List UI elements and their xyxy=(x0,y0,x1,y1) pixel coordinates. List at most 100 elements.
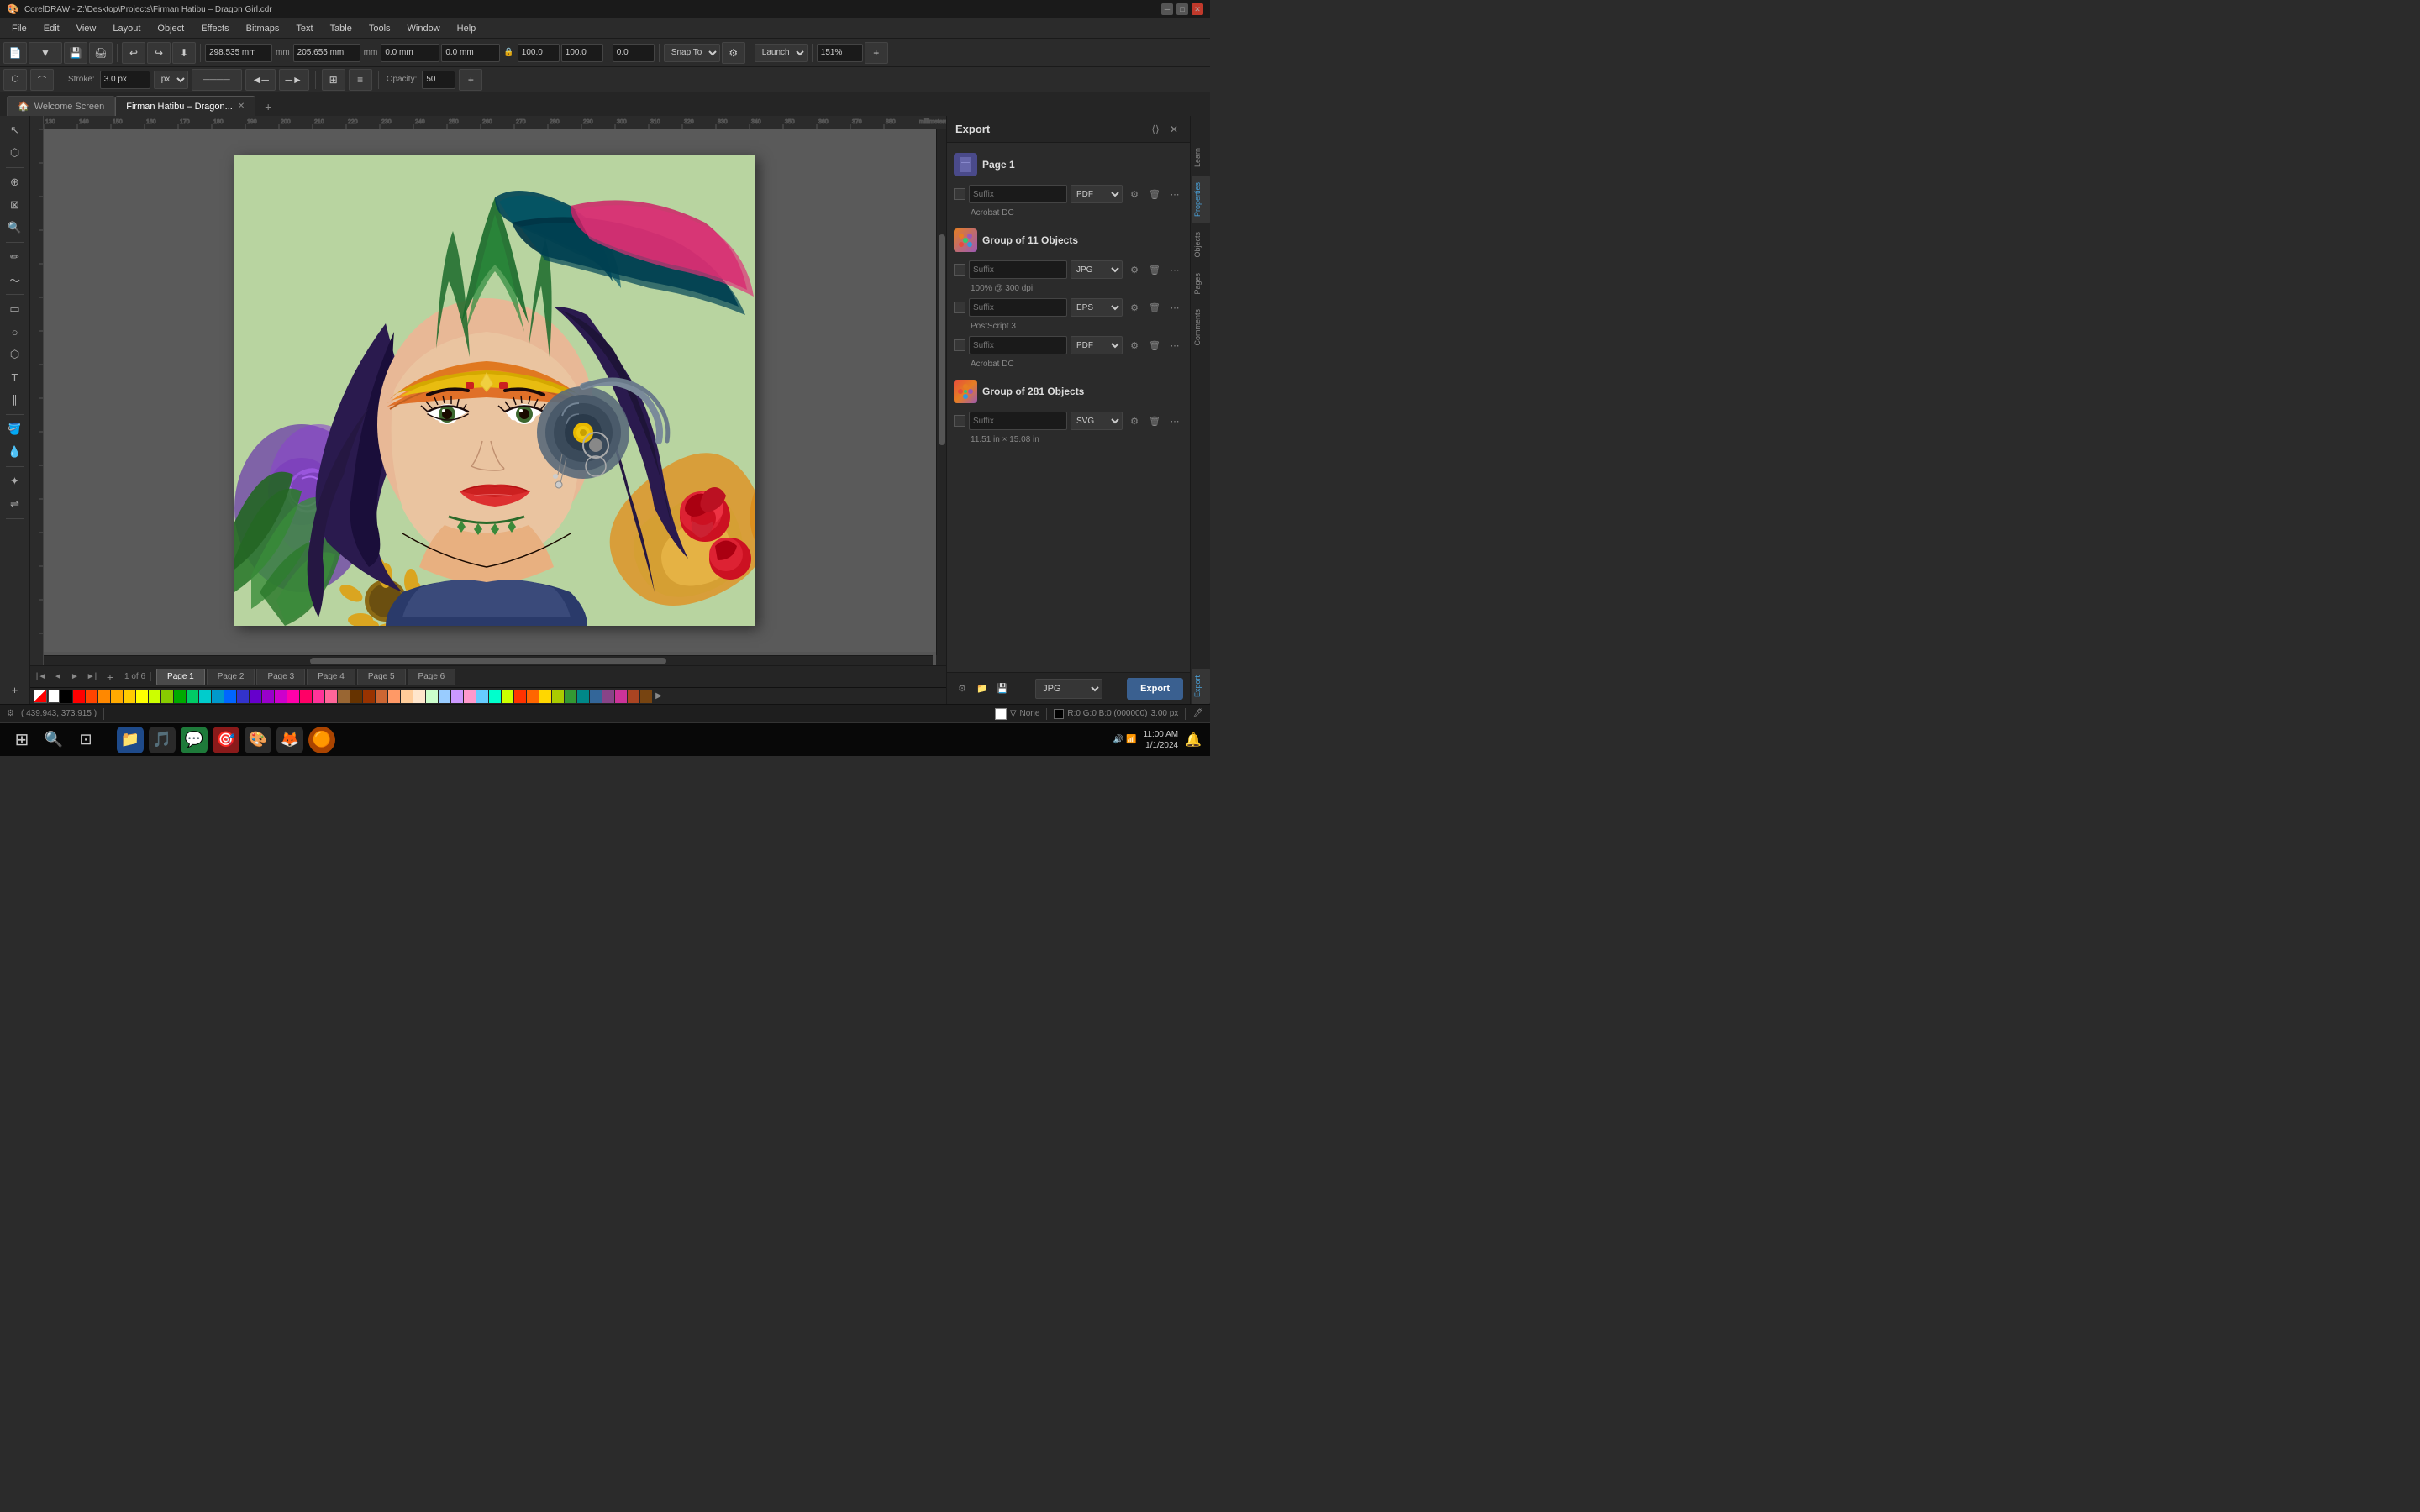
swatch-2[interactable] xyxy=(73,690,85,703)
swatch-10[interactable] xyxy=(174,690,186,703)
export-main-btn[interactable]: Export xyxy=(1127,678,1183,700)
swatch-47[interactable] xyxy=(640,690,652,703)
swatch-15[interactable] xyxy=(237,690,249,703)
save-btn[interactable]: 💾 xyxy=(64,42,87,64)
group11-eps-checkbox[interactable] xyxy=(954,302,965,313)
val100-2[interactable] xyxy=(561,44,603,62)
menu-text[interactable]: Text xyxy=(287,22,321,35)
group281-svg-delete-icon[interactable]: 🗑 xyxy=(1146,412,1163,429)
line-style-btn[interactable]: ———— xyxy=(192,69,242,91)
add-tool[interactable]: + xyxy=(3,679,27,701)
text-tool[interactable]: T xyxy=(3,366,27,388)
taskbar-files-btn[interactable]: 📁 xyxy=(117,727,144,753)
swatch-29[interactable] xyxy=(413,690,425,703)
footer-format-select[interactable]: JPG PDF PNG EPS SVG xyxy=(1035,679,1102,699)
page-tab-5[interactable]: Page 5 xyxy=(357,669,406,685)
taskbar-search-btn[interactable]: 🔍 xyxy=(40,727,67,753)
val100-1[interactable] xyxy=(518,44,560,62)
polygon-tool[interactable]: ⬡ xyxy=(3,344,27,365)
group11-jpg-checkbox[interactable] xyxy=(954,264,965,276)
curve-btn[interactable]: ⌒ xyxy=(30,69,54,91)
group11-eps-delete-icon[interactable]: 🗑 xyxy=(1146,299,1163,316)
zoom-in-btn[interactable]: + xyxy=(865,42,888,64)
swatch-31[interactable] xyxy=(439,690,450,703)
ellipse-tool[interactable]: ○ xyxy=(3,321,27,343)
group11-pdf-settings-icon[interactable]: ⚙ xyxy=(1126,337,1143,354)
page-next-btn[interactable]: ► xyxy=(67,669,82,685)
taskbar-notification[interactable]: 🔔 xyxy=(1185,732,1202,748)
page-tab-4[interactable]: Page 4 xyxy=(307,669,355,685)
stroke-unit-select[interactable]: px xyxy=(154,71,188,89)
transform-tool[interactable]: ⊕ xyxy=(3,171,27,193)
group11-pdf-checkbox[interactable] xyxy=(954,339,965,351)
group281-svg-format[interactable]: PDF JPG PNG EPS SVG xyxy=(1071,412,1123,430)
page-tab-2[interactable]: Page 2 xyxy=(207,669,255,685)
add-node-btn[interactable]: + xyxy=(459,69,482,91)
swatch-43[interactable] xyxy=(590,690,602,703)
swatch-18[interactable] xyxy=(275,690,287,703)
swatch-39[interactable] xyxy=(539,690,551,703)
group11-pdf-delete-icon[interactable]: 🗑 xyxy=(1146,337,1163,354)
swatch-20[interactable] xyxy=(300,690,312,703)
page1-pdf-format[interactable]: PDF JPG PNG EPS SVG xyxy=(1071,185,1123,203)
node-grid-btn[interactable]: ⊞ xyxy=(322,69,345,91)
swatch-33[interactable] xyxy=(464,690,476,703)
palette-x-btn[interactable] xyxy=(34,690,47,703)
swatch-46[interactable] xyxy=(628,690,639,703)
taskbar-taskview-btn[interactable]: ⊡ xyxy=(72,727,99,753)
tab-close-icon[interactable]: ✕ xyxy=(238,102,245,111)
swatch-8[interactable] xyxy=(149,690,160,703)
taskbar-orange-btn[interactable]: 🟠 xyxy=(308,727,335,753)
swatch-12[interactable] xyxy=(199,690,211,703)
swatch-38[interactable] xyxy=(527,690,539,703)
group11-jpg-format[interactable]: PDF JPG PNG EPS SVG xyxy=(1071,260,1123,279)
swatch-45[interactable] xyxy=(615,690,627,703)
new-btn[interactable]: 📄 xyxy=(3,42,27,64)
stroke-input[interactable] xyxy=(100,71,150,89)
page-tab-3[interactable]: Page 3 xyxy=(256,669,305,685)
snap-settings-btn[interactable]: ⚙ xyxy=(722,42,745,64)
taskbar-windows-btn[interactable]: ⊞ xyxy=(8,727,35,753)
node-settings-btn[interactable]: ≡ xyxy=(349,69,372,91)
group11-jpg-suffix[interactable] xyxy=(969,260,1067,279)
swatch-40[interactable] xyxy=(552,690,564,703)
swatch-19[interactable] xyxy=(287,690,299,703)
swatch-42[interactable] xyxy=(577,690,589,703)
vscroll-bar[interactable] xyxy=(936,129,946,655)
footer-save-icon[interactable]: 💾 xyxy=(994,680,1011,697)
zoom-tool[interactable]: 🔍 xyxy=(3,217,27,239)
fill-tool[interactable]: 🪣 xyxy=(3,418,27,440)
swatch-27[interactable] xyxy=(388,690,400,703)
eyedropper-tool[interactable]: 💧 xyxy=(3,441,27,463)
taskbar-chat-btn[interactable]: 💬 xyxy=(181,727,208,753)
open-btn[interactable]: ▼ xyxy=(29,42,62,64)
rotation-input[interactable] xyxy=(613,44,655,62)
side-tab-objects[interactable]: Objects xyxy=(1192,225,1210,265)
swatch-9[interactable] xyxy=(161,690,173,703)
start-arrow-btn[interactable]: ◄─ xyxy=(245,69,276,91)
group281-svg-checkbox[interactable] xyxy=(954,415,965,427)
swatch-4[interactable] xyxy=(98,690,110,703)
side-tab-properties[interactable]: Properties xyxy=(1192,176,1210,223)
swatch-16[interactable] xyxy=(250,690,261,703)
print-btn[interactable]: 🖨 xyxy=(89,42,113,64)
panel-close-btn[interactable]: ✕ xyxy=(1166,122,1181,137)
coord-y-input[interactable] xyxy=(293,44,360,62)
rect-tool[interactable]: ▭ xyxy=(3,298,27,320)
import-btn[interactable]: ⬇ xyxy=(172,42,196,64)
swatch-44[interactable] xyxy=(602,690,614,703)
swatch-30[interactable] xyxy=(426,690,438,703)
group11-pdf-format[interactable]: PDF JPG PNG EPS SVG xyxy=(1071,336,1123,354)
swatch-7[interactable] xyxy=(136,690,148,703)
zoom-input[interactable] xyxy=(817,44,863,62)
swatch-25[interactable] xyxy=(363,690,375,703)
swatch-1[interactable] xyxy=(60,690,72,703)
taskbar-firefox-btn[interactable]: 🦊 xyxy=(276,727,303,753)
menu-tools[interactable]: Tools xyxy=(360,22,399,35)
menu-help[interactable]: Help xyxy=(449,22,485,35)
group11-eps-suffix[interactable] xyxy=(969,298,1067,317)
freehand-tool[interactable]: ✏ xyxy=(3,246,27,268)
swatch-37[interactable] xyxy=(514,690,526,703)
menu-window[interactable]: Window xyxy=(399,22,449,35)
footer-settings-icon[interactable]: ⚙ xyxy=(954,680,971,697)
